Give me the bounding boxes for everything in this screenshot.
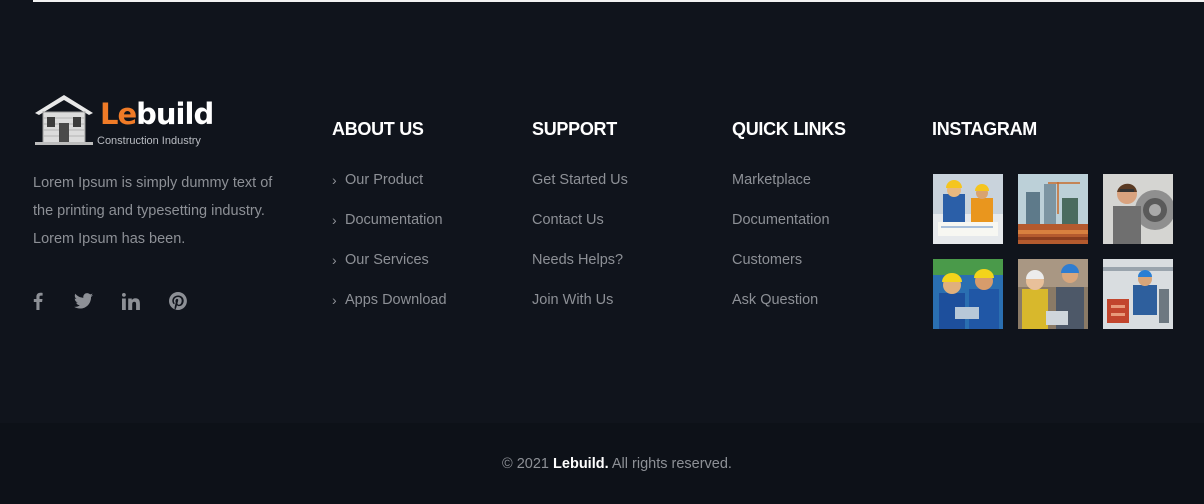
instagram-photo-hardhat-engineers[interactable] — [933, 259, 1003, 329]
chevron-right-icon: › — [332, 172, 337, 188]
footer-link-needs-helps[interactable]: Needs Helps? — [532, 249, 628, 289]
footer-link-marketplace[interactable]: Marketplace — [732, 169, 830, 209]
copyright-brand-link[interactable]: Lebuild. — [553, 456, 609, 472]
support-links: Get Started Us Contact Us Needs Helps? J… — [532, 169, 628, 329]
instagram-grid — [932, 174, 1173, 330]
footer-link-label: Our Product — [345, 172, 424, 188]
footer-link-documentation[interactable]: › Documentation — [332, 209, 447, 249]
instagram-photo-woman-mechanic[interactable] — [1103, 174, 1173, 244]
copyright-suffix: All rights reserved. — [611, 456, 732, 472]
instagram-photo-construction-site[interactable] — [1018, 174, 1088, 244]
logo-prefix: Le — [100, 97, 137, 131]
footer-link-get-started[interactable]: Get Started Us — [532, 169, 628, 209]
twitter-icon — [73, 293, 93, 309]
chevron-right-icon: › — [332, 252, 337, 268]
house-logo-icon — [35, 95, 93, 145]
support-heading: SUPPORT — [532, 119, 617, 139]
copyright-prefix: © 2021 — [502, 456, 550, 472]
quick-links-list: Marketplace Documentation Customers Ask … — [732, 169, 830, 329]
footer-link-documentation[interactable]: Documentation — [732, 209, 830, 249]
footer-link-join-with-us[interactable]: Join With Us — [532, 289, 628, 329]
instagram-photo-workers-blueprints[interactable] — [933, 174, 1003, 244]
pinterest-link[interactable] — [166, 289, 190, 313]
instagram-photo-engineers-laptop[interactable] — [1018, 259, 1088, 329]
footer-link-contact-us[interactable]: Contact Us — [532, 209, 628, 249]
facebook-icon — [33, 292, 43, 310]
footer-link-customers[interactable]: Customers — [732, 249, 830, 289]
about-us-heading: ABOUT US — [332, 119, 424, 139]
chevron-right-icon: › — [332, 292, 337, 308]
linkedin-link[interactable] — [119, 289, 143, 313]
quick-links-heading: QUICK LINKS — [732, 119, 846, 139]
footer-link-label: Our Services — [345, 252, 429, 268]
pinterest-icon — [169, 292, 187, 310]
site-logo[interactable]: Lebuild Construction Industry — [33, 93, 214, 147]
facebook-link[interactable] — [26, 289, 50, 313]
copyright-text: © 2021 Lebuild. All rights reserved. — [0, 455, 1204, 473]
instagram-photo-worker-machinery[interactable] — [1103, 259, 1173, 329]
footer-link-label: Apps Download — [345, 292, 447, 308]
twitter-link[interactable] — [71, 289, 95, 313]
footer-link-ask-question[interactable]: Ask Question — [732, 289, 830, 329]
linkedin-icon — [122, 292, 140, 310]
footer-link-label: Documentation — [345, 212, 443, 228]
logo-wordmark: Lebuild — [100, 97, 214, 131]
footer-link-our-services[interactable]: › Our Services — [332, 249, 447, 289]
logo-suffix: build — [136, 97, 214, 131]
logo-tagline: Construction Industry — [97, 135, 201, 147]
footer-link-our-product[interactable]: › Our Product — [332, 169, 447, 209]
chevron-right-icon: › — [332, 212, 337, 228]
about-us-links: › Our Product › Documentation › Our Service… — [332, 169, 447, 329]
instagram-heading: INSTAGRAM — [932, 119, 1037, 139]
about-text: Lorem Ipsum is simply dummy text of the … — [33, 175, 273, 247]
footer-link-apps-download[interactable]: › Apps Download — [332, 289, 447, 329]
